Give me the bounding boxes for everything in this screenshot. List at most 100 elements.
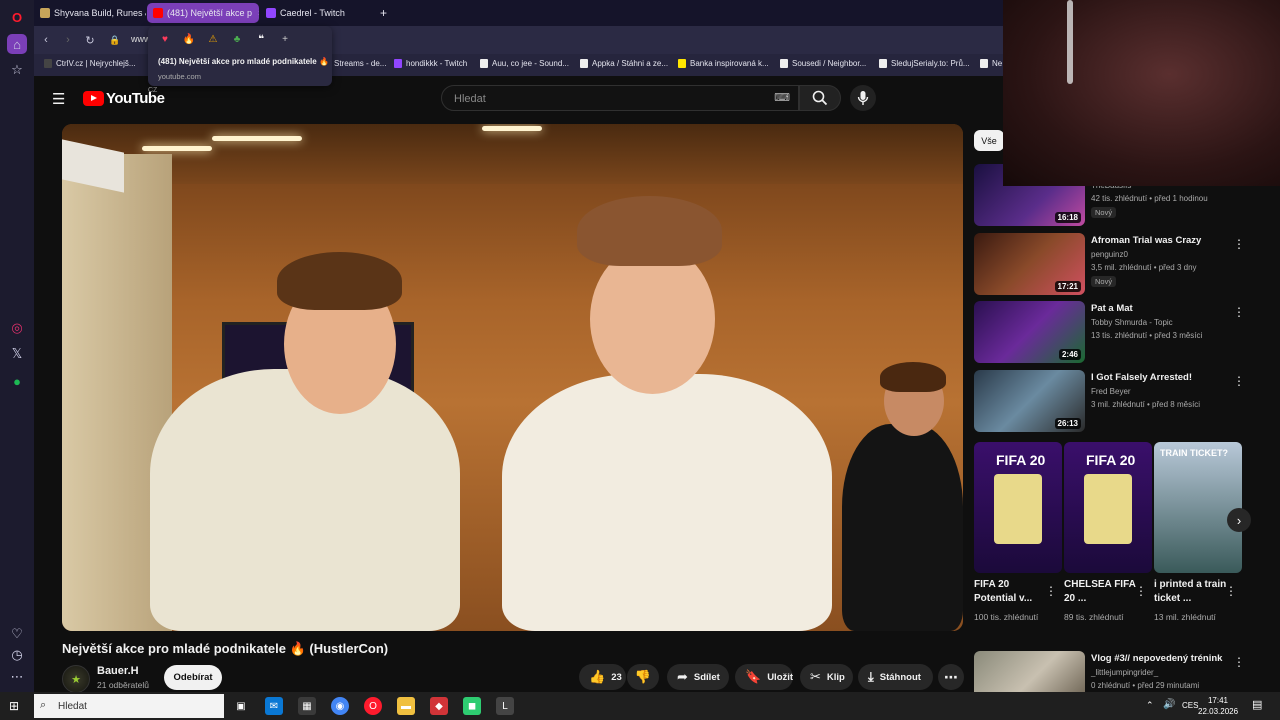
- more-horizontal-icon: ⋯: [944, 668, 958, 685]
- short-thumbnail[interactable]: TRAIN TICKET?: [1154, 442, 1242, 573]
- bookmark-item[interactable]: Ne: [980, 59, 1002, 68]
- new-tab-plus-icon[interactable]: +: [374, 3, 394, 23]
- recommendation-item[interactable]: 17:21 Afroman Trial was Crazy penguinz0 …: [974, 233, 1245, 295]
- opera-logo-icon[interactable]: O: [7, 7, 27, 27]
- heart-icon[interactable]: ♡: [7, 624, 27, 644]
- clock-time: 17:41: [1207, 696, 1229, 705]
- bookmark-item[interactable]: Streams - de...: [334, 59, 386, 68]
- more-vertical-icon[interactable]: ⋮: [1135, 584, 1147, 598]
- chevron-right-icon[interactable]: ›: [1227, 508, 1251, 532]
- keyboard-icon[interactable]: ⌨: [774, 91, 790, 104]
- page-icon: [580, 59, 588, 68]
- more-icon[interactable]: ⋯: [7, 667, 27, 687]
- video-person-right: [502, 374, 832, 631]
- file-explorer-icon[interactable]: ▬: [397, 697, 415, 715]
- league-client-icon[interactable]: L: [496, 697, 514, 715]
- search-button[interactable]: [799, 85, 841, 111]
- instagram-icon[interactable]: ◎: [7, 318, 27, 338]
- taskbar-clock[interactable]: 17:41 22.03.2026: [1198, 695, 1238, 717]
- channel-name[interactable]: Bauer.H: [97, 665, 139, 677]
- bookmark-item[interactable]: SledujSerialy.to: Prů...: [879, 59, 970, 68]
- bank-icon: [678, 59, 686, 68]
- bookmark-item[interactable]: Auu, co jee - Sound...: [480, 59, 569, 68]
- task-view-icon[interactable]: ▣: [232, 697, 250, 715]
- chat-app-icon[interactable]: ◼: [463, 697, 481, 715]
- page-icon: [780, 59, 788, 68]
- star-icon[interactable]: ☆: [7, 60, 27, 80]
- video-person-back-hair: [880, 362, 946, 392]
- clip-button[interactable]: ✂ Klip: [800, 664, 853, 690]
- more-vertical-icon[interactable]: ⋮: [1225, 584, 1237, 598]
- opera-icon[interactable]: O: [364, 697, 382, 715]
- outlook-icon[interactable]: ✉: [265, 697, 283, 715]
- short-title[interactable]: i printed a train ticket ...: [1154, 578, 1232, 606]
- x-twitter-icon[interactable]: 𝕏: [7, 344, 27, 364]
- language-indicator[interactable]: CES: [1182, 701, 1198, 710]
- filter-chip-all[interactable]: Vše: [974, 130, 1004, 151]
- more-vertical-icon[interactable]: ⋮: [1233, 305, 1245, 319]
- recommendation-item[interactable]: 26:13 I Got Falsely Arrested! Fred Beyer…: [974, 370, 1245, 432]
- windows-start-icon[interactable]: ⊞: [9, 699, 19, 713]
- game-app-icon[interactable]: ◆: [430, 697, 448, 715]
- search-icon: [812, 90, 828, 106]
- share-button[interactable]: ➦ Sdílet: [667, 664, 729, 690]
- more-vertical-icon[interactable]: ⋮: [1045, 584, 1057, 598]
- plus-icon[interactable]: +: [278, 32, 292, 46]
- short-title[interactable]: FIFA 20 Potential v...: [974, 578, 1052, 606]
- bookmark-item[interactable]: CtrlV.cz | Nejrychlejš...: [44, 59, 136, 68]
- taskbar-search-input[interactable]: ⌕ Hledat: [34, 694, 224, 718]
- recommendation-item[interactable]: Vlog #3// nepovedený trénink _littlejump…: [974, 651, 1244, 692]
- voice-search-button[interactable]: [850, 85, 876, 111]
- notifications-icon[interactable]: ▤: [1252, 698, 1262, 711]
- subscribe-button[interactable]: Odebírat: [164, 665, 222, 690]
- bookmark-item[interactable]: Sousedi / Neighbor...: [780, 59, 866, 68]
- home-icon[interactable]: ⌂: [7, 34, 27, 54]
- video-thumbnail: [974, 651, 1085, 692]
- store-icon[interactable]: ▦: [298, 697, 316, 715]
- bookmark-item[interactable]: Banka inspirovaná k...: [678, 59, 769, 68]
- more-actions-button[interactable]: ⋯: [938, 664, 964, 690]
- bookmark-item[interactable]: Appka / Stáhni a ze...: [580, 59, 668, 68]
- like-button[interactable]: 👍 23: [579, 664, 626, 690]
- volume-icon[interactable]: 🔊: [1163, 699, 1175, 710]
- short-title[interactable]: CHELSEA FIFA 20 ...: [1064, 578, 1142, 606]
- forward-icon[interactable]: ›: [60, 32, 76, 48]
- more-vertical-icon[interactable]: ⋮: [1233, 655, 1244, 669]
- bookmark-label: hondikkk - Twitch: [406, 59, 468, 68]
- channel-avatar[interactable]: ★: [62, 665, 90, 693]
- download-button[interactable]: ⤓ Stáhnout: [858, 664, 933, 690]
- chrome-icon[interactable]: ◉: [331, 697, 349, 715]
- short-thumbnail[interactable]: FIFA 20: [1064, 442, 1152, 573]
- heart-icon[interactable]: ♥: [158, 32, 172, 46]
- save-button[interactable]: 🔖 Uložit: [735, 664, 793, 690]
- palm-icon[interactable]: ♣: [230, 32, 244, 46]
- video-player[interactable]: [62, 124, 963, 631]
- twitch-favicon-icon: [266, 8, 276, 18]
- fire-icon[interactable]: 🔥: [182, 32, 196, 46]
- more-vertical-icon[interactable]: ⋮: [1233, 237, 1245, 251]
- search-input[interactable]: Hledat ⌨: [441, 85, 799, 111]
- back-icon[interactable]: ‹: [38, 32, 54, 48]
- warning-icon[interactable]: ⚠: [206, 32, 220, 46]
- download-label: Stáhnout: [879, 671, 921, 683]
- tab-youtube[interactable]: (481) Největší akce p ×: [147, 3, 259, 23]
- quote-icon[interactable]: ❝: [254, 32, 268, 46]
- history-icon[interactable]: ◷: [7, 645, 27, 665]
- short-overlay-text: TRAIN TICKET?: [1160, 448, 1228, 458]
- spotify-icon[interactable]: ●: [7, 371, 27, 391]
- dislike-button[interactable]: 👎: [627, 664, 659, 690]
- tab-twitch[interactable]: Caedrel - Twitch: [260, 3, 380, 23]
- popup-url: youtube.com: [158, 72, 201, 81]
- chevron-up-icon[interactable]: ⌃: [1146, 700, 1154, 711]
- video-thumbnail: 17:21: [974, 233, 1085, 295]
- short-thumbnail[interactable]: FIFA 20: [974, 442, 1062, 573]
- close-tab-icon[interactable]: ×: [258, 8, 259, 18]
- bookmark-label: SledujSerialy.to: Prů...: [891, 59, 970, 68]
- tab-shyvana[interactable]: Shyvana Build, Runes & C: [34, 3, 146, 23]
- reload-icon[interactable]: ↻: [82, 32, 98, 48]
- recommendation-item[interactable]: 2:46 Pat a Mat Tobby Shmurda - Topic 13 …: [974, 301, 1245, 363]
- more-vertical-icon[interactable]: ⋮: [1233, 374, 1245, 388]
- new-badge: Nový: [1091, 276, 1117, 287]
- bookmark-item[interactable]: hondikkk - Twitch: [394, 59, 467, 68]
- hamburger-menu-icon[interactable]: ☰: [52, 90, 65, 108]
